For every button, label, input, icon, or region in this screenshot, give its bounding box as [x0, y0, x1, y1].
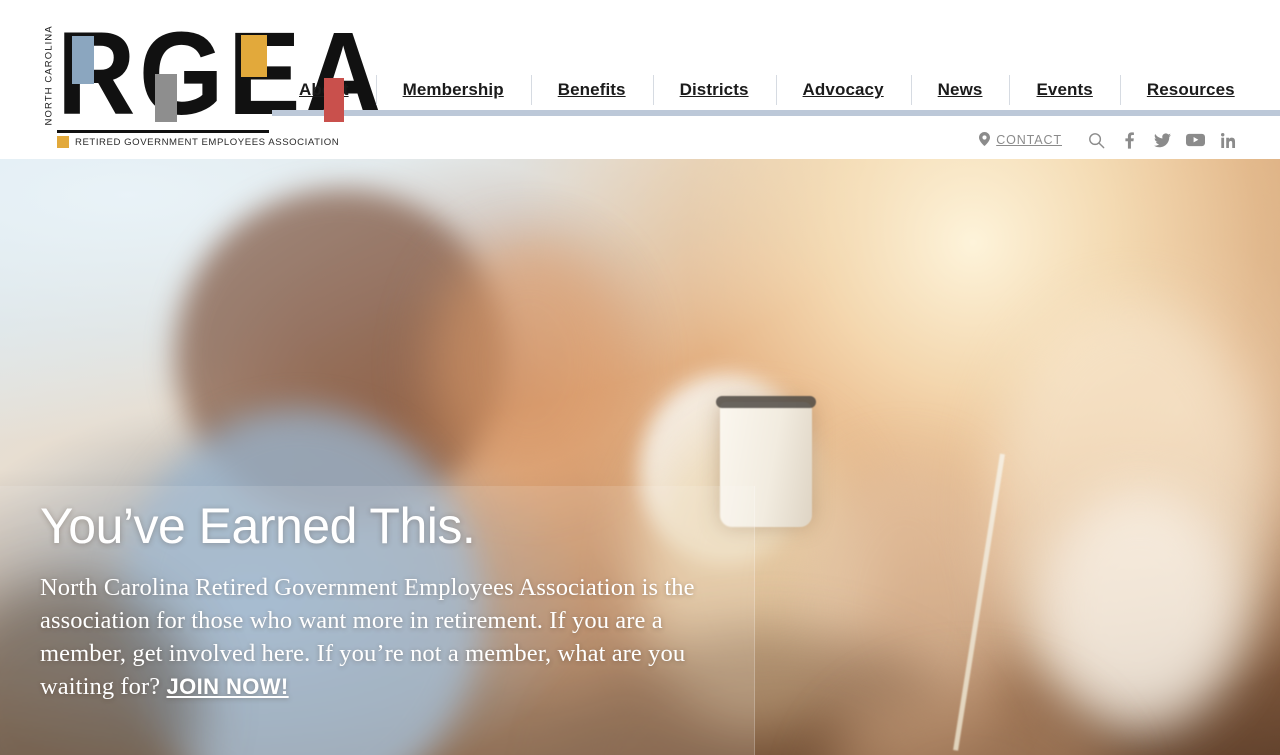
nav-item-districts[interactable]: Districts	[652, 72, 776, 108]
hero-blur-shape	[820, 679, 1120, 755]
hero-content: You’ve Earned This. North Carolina Retir…	[40, 498, 740, 703]
nav-item-events[interactable]: Events	[1009, 72, 1119, 108]
primary-navigation: About Membership Benefits Districts Advo…	[272, 72, 1280, 108]
logo-letter-g: G	[139, 8, 223, 140]
nav-item-benefits[interactable]: Benefits	[530, 72, 653, 108]
join-now-link[interactable]: JOIN NOW!	[167, 674, 289, 699]
logo-letter-r: R	[57, 8, 135, 140]
logo-gold-square-icon	[57, 136, 69, 148]
linkedin-icon[interactable]	[1214, 129, 1242, 151]
nav-underline-bar	[272, 110, 1280, 116]
nav-item-resources[interactable]: Resources	[1119, 72, 1262, 108]
contact-label: CONTACT	[996, 133, 1062, 147]
nav-item-news[interactable]: News	[910, 72, 1010, 108]
roasting-stick-object	[953, 453, 1005, 751]
logo-state-text: NORTH CAROLINA	[43, 25, 55, 126]
youtube-icon[interactable]	[1181, 129, 1209, 151]
hero-description-line-1: North Carolina Retired Government Employ…	[40, 574, 695, 601]
page-root: NORTH CAROLINA R G E A RETIRED GOVERNMEN…	[0, 0, 1280, 755]
site-logo[interactable]: NORTH CAROLINA R G E A RETIRED GOVERNMEN…	[25, 8, 382, 150]
search-icon[interactable]	[1082, 129, 1110, 151]
utility-bar: CONTACT	[979, 128, 1242, 152]
hero-description-line-2: association for those who want more in r…	[40, 607, 663, 634]
hero-headline: You’ve Earned This.	[40, 498, 476, 554]
site-header: NORTH CAROLINA R G E A RETIRED GOVERNMEN…	[0, 0, 1280, 159]
hero-blur-shape	[430, 239, 630, 489]
contact-link[interactable]: CONTACT	[979, 131, 1062, 149]
location-pin-icon	[979, 131, 991, 149]
hero-blur-shape	[990, 299, 1270, 719]
logo-acronym-mark: R G E A	[57, 8, 382, 140]
hero-description-line-4: waiting for?	[40, 673, 161, 700]
nav-item-advocacy[interactable]: Advocacy	[775, 72, 911, 108]
hero-description: North Carolina Retired Government Employ…	[40, 571, 740, 703]
logo-tagline: RETIRED GOVERNMENT EMPLOYEES ASSOCIATION	[57, 136, 339, 148]
nav-item-membership[interactable]: Membership	[375, 72, 531, 108]
hero-section: You’ve Earned This. North Carolina Retir…	[0, 159, 1280, 755]
logo-divider-rule	[57, 130, 269, 133]
hero-blur-shape	[1040, 489, 1240, 729]
hero-blur-shape	[175, 189, 505, 519]
hero-description-line-3: member, get involved here. If you’re not…	[40, 640, 686, 667]
twitter-icon[interactable]	[1148, 129, 1176, 151]
facebook-icon[interactable]	[1115, 129, 1143, 151]
logo-tagline-text: RETIRED GOVERNMENT EMPLOYEES ASSOCIATION	[75, 136, 340, 148]
nav-item-about[interactable]: About	[272, 72, 376, 108]
